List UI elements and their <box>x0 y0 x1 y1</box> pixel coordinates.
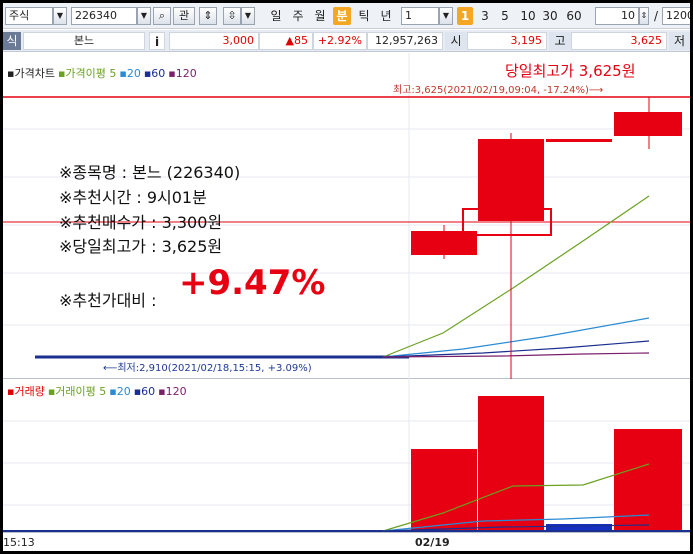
low-price-note: ⟵최저:2,910(2021/02/18,15:15, +3.09%) <box>103 363 312 374</box>
volume-chart-canvas <box>3 379 690 532</box>
legend-item[interactable]: ▪가격이평 5 <box>58 67 116 80</box>
volume-grid <box>3 379 690 532</box>
legend-item[interactable]: ▪20 <box>119 67 140 80</box>
period-tab[interactable]: 틱 <box>355 7 373 25</box>
low-label: 저 <box>669 32 690 50</box>
market-dropdown-icon[interactable]: ▼ <box>53 7 67 25</box>
open-label: 시 <box>445 32 467 50</box>
price-chart-pane[interactable]: ▪가격차트 ▪가격이평 5 ▪20 ▪60 ▪120 당일최고가 3,625원 최고:3… <box>3 53 690 379</box>
high-price: 3,625 <box>571 32 667 50</box>
total-input[interactable]: 1200 <box>662 7 690 25</box>
candle-4 <box>614 112 682 136</box>
volume-value: 12,957,263 <box>367 32 443 50</box>
candle-3 <box>546 139 612 142</box>
annotation-buy-price: ※추천매수가 : 3,300원 <box>59 213 223 232</box>
volume-chart-pane[interactable]: ▪거래량 ▪거래이평 5 ▪20 ▪60 ▪120 <box>3 379 690 532</box>
toolbar: 주식 ▼ 226340 ▼ ⌕ 관 ⇕ ⇳ ▼ 일주월분틱년 1 ▼ 1 3 5 10… <box>3 3 690 29</box>
up-down-icon[interactable]: ⇕ <box>199 7 217 25</box>
change-percent: +2.92% <box>313 32 367 50</box>
market-select[interactable]: 주식 <box>5 7 53 25</box>
period-tab[interactable]: 월 <box>311 7 329 25</box>
watch-label: 관 <box>178 9 190 22</box>
count-value: 10 <box>621 9 635 22</box>
unit-select[interactable]: 1 <box>401 7 439 25</box>
total-value: 1200 <box>666 9 690 22</box>
count-spinner-icon[interactable]: ⇕ <box>639 7 649 25</box>
stock-name: 본느 <box>23 32 145 50</box>
minute-step[interactable]: 5 <box>497 7 513 25</box>
legend-item[interactable]: ▪가격차트 <box>7 67 55 80</box>
volume-legend: ▪거래량 ▪거래이평 5 ▪20 ▪60 ▪120 <box>7 383 190 399</box>
volume-bar-2 <box>478 396 544 532</box>
search-icon[interactable]: ⌕ <box>153 7 171 25</box>
watch-button[interactable]: 관 <box>173 7 195 25</box>
count-input[interactable]: 10 <box>595 7 639 25</box>
legend-item[interactable]: ▪120 <box>168 67 196 80</box>
market-value: 주식 <box>9 9 30 22</box>
price-change: ▲85 <box>259 32 313 50</box>
scroll-dropdown-icon[interactable]: ▼ <box>241 7 255 25</box>
market-tag: 식 <box>3 32 21 50</box>
period-tab[interactable]: 분 <box>333 7 351 25</box>
unit-value: 1 <box>405 9 412 22</box>
code-dropdown-icon[interactable]: ▼ <box>137 7 151 25</box>
chart-window: 주식 ▼ 226340 ▼ ⌕ 관 ⇕ ⇳ ▼ 일주월분틱년 1 ▼ 1 3 5 10… <box>3 3 690 551</box>
stock-code-input[interactable]: 226340 <box>71 7 137 25</box>
unit-dropdown-icon[interactable]: ▼ <box>439 7 453 25</box>
minute-step[interactable]: 60 <box>563 7 585 25</box>
info-button[interactable]: i <box>149 32 165 50</box>
legend-item[interactable]: ▪120 <box>158 385 186 398</box>
annotation-high-price: ※당일최고가 : 3,625원 <box>59 237 223 256</box>
time-axis: 15:13 02/19 <box>3 532 690 551</box>
legend-item[interactable]: ▪거래량 <box>7 385 45 398</box>
minute-step[interactable]: 3 <box>477 7 493 25</box>
high-price-note: 최고:3,625(2021/02/19,09:04, -17.24%)⟶ <box>393 85 604 96</box>
high-price-title: 당일최고가 3,625원 <box>505 62 636 80</box>
annotation-gain-label: ※추천가대비 : <box>59 291 157 310</box>
slash-label: / <box>653 9 659 23</box>
annotation-time: ※추천시간 : 9시01분 <box>59 188 207 207</box>
minute-step[interactable]: 1 <box>457 7 473 25</box>
period-tab[interactable]: 년 <box>377 7 395 25</box>
legend-item[interactable]: ▪60 <box>134 385 155 398</box>
annotation-gain-value: +9.47% <box>179 263 326 303</box>
stock-code-value: 226340 <box>75 9 117 22</box>
legend-item[interactable]: ▪거래이평 5 <box>48 385 106 398</box>
current-price: 3,000 <box>169 32 259 50</box>
annotation-stock-name: ※종목명 : 본느 (226340) <box>59 163 241 182</box>
axis-date-label: 02/19 <box>415 536 450 549</box>
period-tab[interactable]: 일 <box>267 7 285 25</box>
price-legend: ▪가격차트 ▪가격이평 5 ▪20 ▪60 ▪120 <box>7 65 200 81</box>
period-tab[interactable]: 주 <box>289 7 307 25</box>
updown-arrows-icon[interactable]: ⇳ <box>223 7 241 25</box>
minute-step[interactable]: 10 <box>517 7 539 25</box>
legend-item[interactable]: ▪20 <box>109 385 130 398</box>
open-price: 3,195 <box>467 32 547 50</box>
axis-time-label: 15:13 <box>3 536 35 549</box>
minute-step[interactable]: 30 <box>539 7 561 25</box>
ma60-line <box>382 340 650 358</box>
high-label: 고 <box>549 32 571 50</box>
quote-row: 식 본느 i 3,000 ▲85 +2.92% 12,957,263 시 3,1… <box>3 30 690 52</box>
legend-item[interactable]: ▪60 <box>144 67 165 80</box>
